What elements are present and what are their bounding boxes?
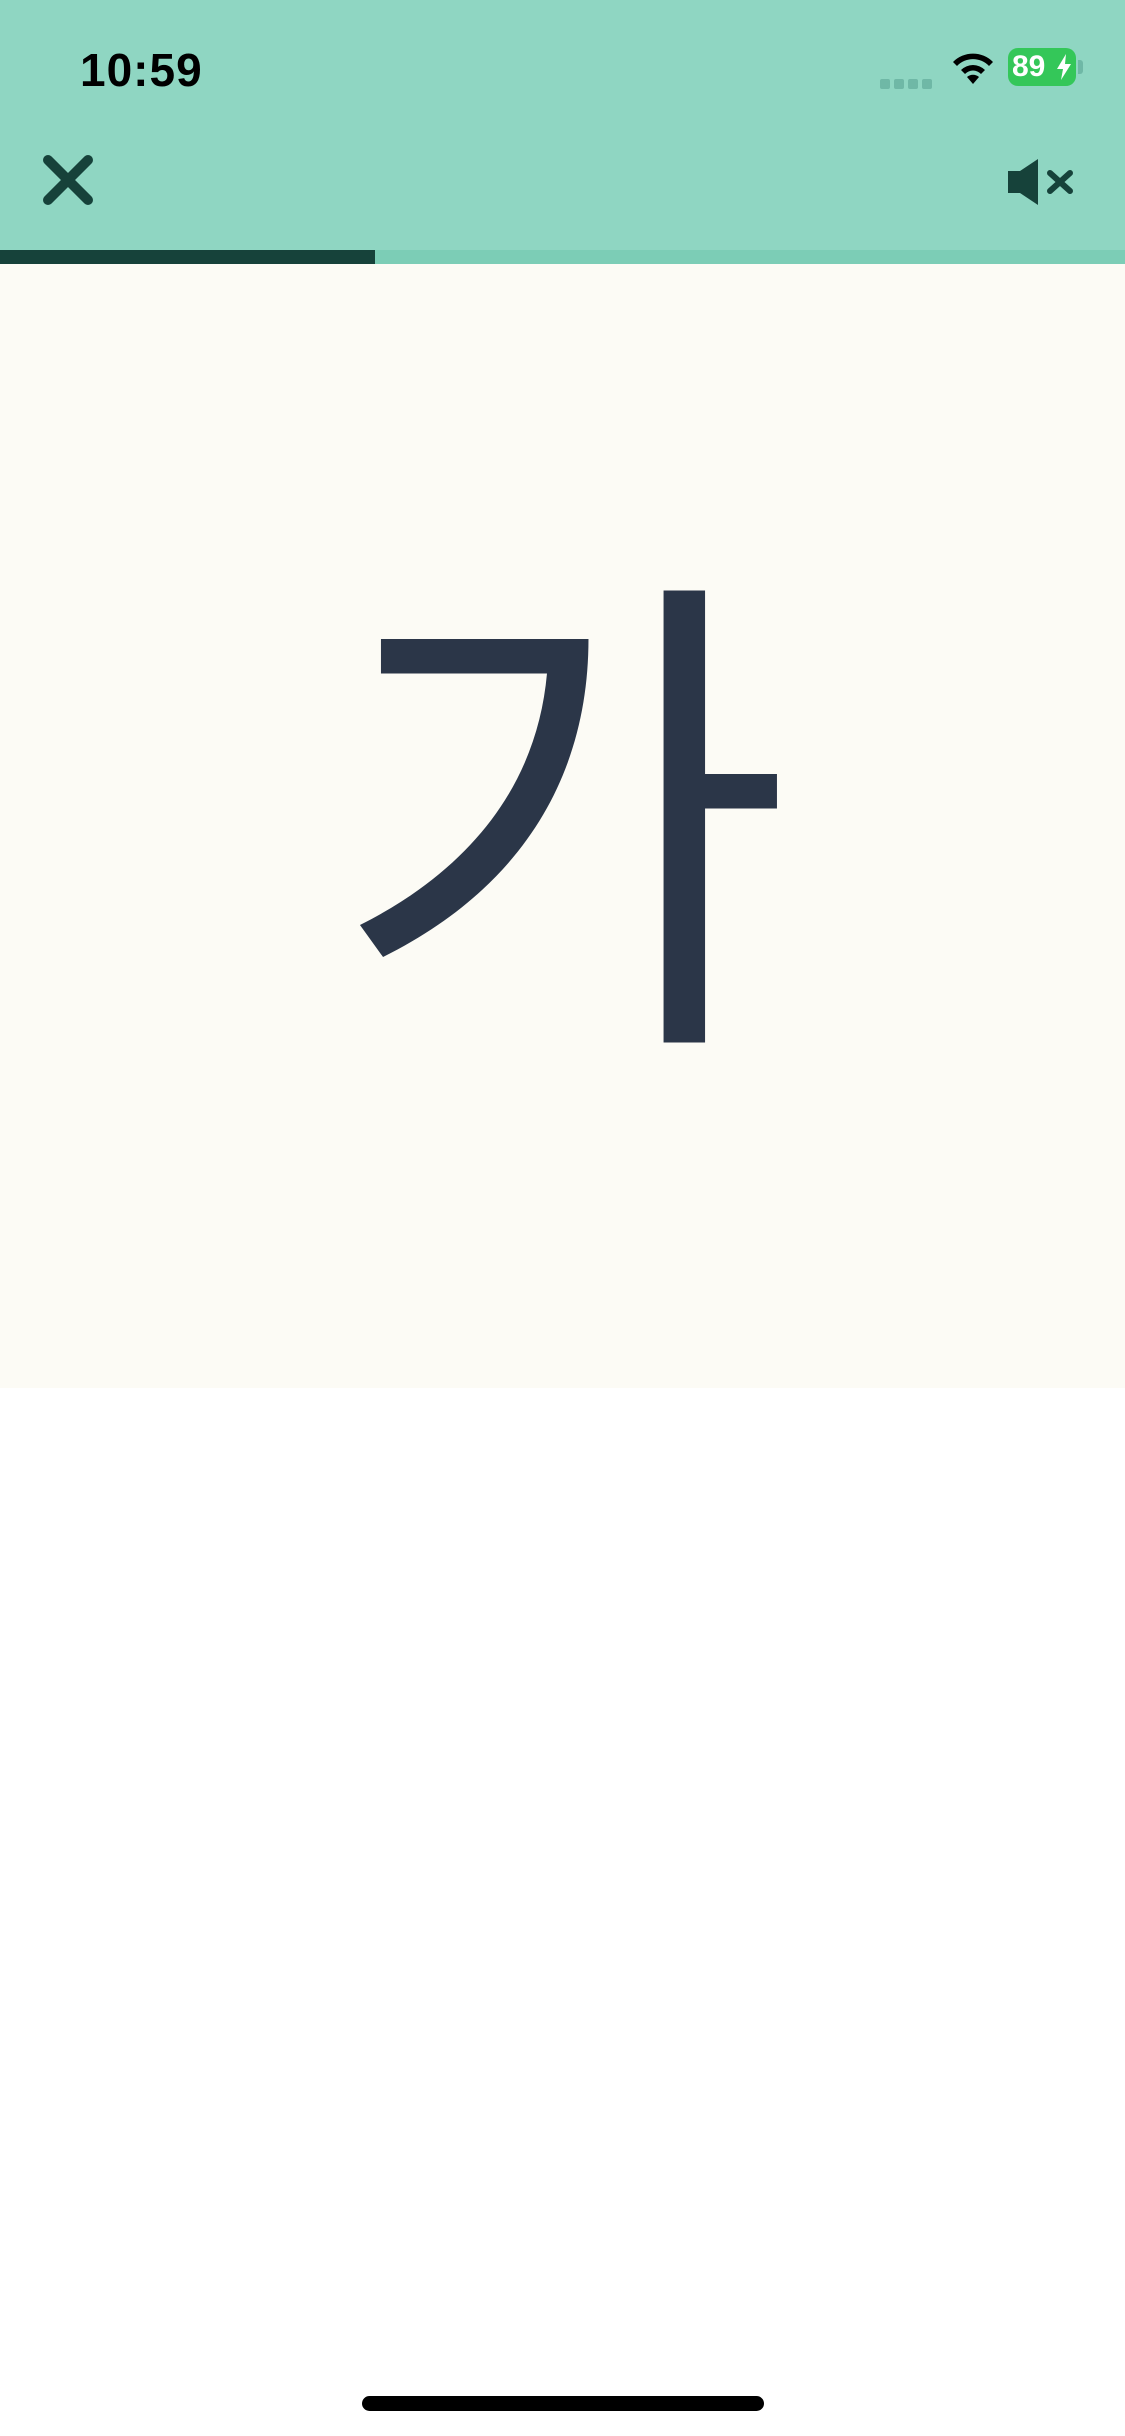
status-time: 10:59: [80, 44, 203, 96]
battery-level: 89: [1012, 50, 1046, 83]
battery-cap: [1078, 60, 1083, 74]
lesson-progress-bar: [0, 250, 1125, 264]
speaker-muted-icon: [1008, 159, 1073, 205]
hangul-character: 가: [332, 540, 793, 1122]
battery-icon: 89: [1008, 48, 1076, 86]
close-button[interactable]: [38, 150, 98, 210]
lesson-screen: 10:59 89 가: [0, 0, 1125, 2436]
home-indicator[interactable]: [362, 2396, 764, 2411]
character-card: 가: [0, 264, 1125, 1388]
progress-fill: [0, 250, 375, 264]
charging-bolt-icon: [1057, 54, 1071, 80]
header: 10:59 89: [0, 0, 1125, 250]
wifi-icon: [953, 53, 993, 84]
close-icon: [43, 155, 93, 205]
cellular-signal-icon: [880, 76, 936, 89]
mute-button[interactable]: [1000, 150, 1084, 214]
